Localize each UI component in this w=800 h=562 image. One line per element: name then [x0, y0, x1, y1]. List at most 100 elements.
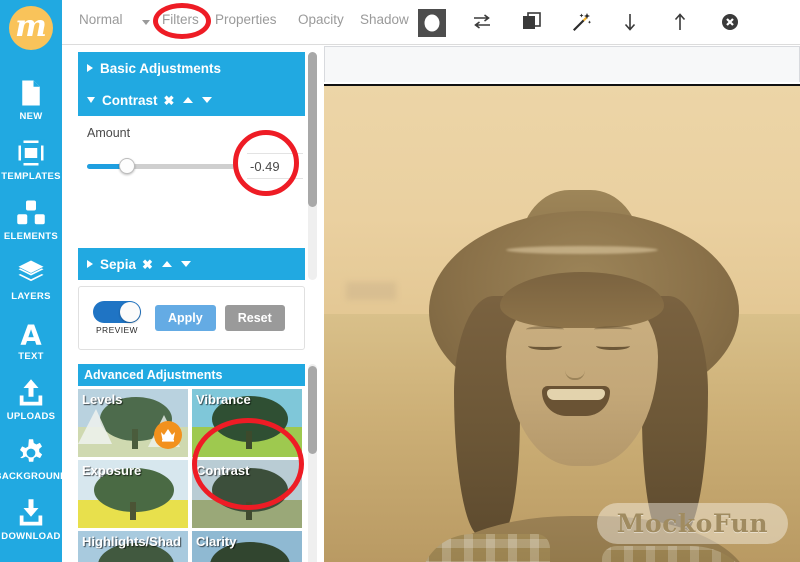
filter-thumb-label: Clarity: [196, 534, 237, 549]
photo-blur-artifact: [346, 282, 396, 300]
filter-thumb-label: Highlights/Shad: [82, 534, 181, 549]
advanced-scrollbar-thumb[interactable]: [308, 366, 317, 454]
move-filter-up-icon[interactable]: [183, 97, 194, 103]
tab-opacity[interactable]: Opacity: [298, 12, 344, 27]
upload-icon: [19, 379, 43, 406]
filter-thumb-clarity[interactable]: Clarity: [192, 531, 302, 562]
chevron-right-icon: [87, 260, 93, 268]
accordion-basic-adjustments[interactable]: Basic Adjustments: [78, 52, 305, 84]
sidebar-item-templates[interactable]: TEMPLATES: [0, 138, 62, 182]
accordion-title: Contrast: [102, 92, 158, 108]
contrast-slider-body: Amount: [78, 116, 305, 191]
move-filter-down-icon[interactable]: [180, 261, 191, 267]
advanced-scrollbar-track[interactable]: [308, 364, 317, 562]
canvas-top-strip: [324, 46, 800, 82]
sidebar-item-new[interactable]: NEW: [0, 78, 62, 122]
amount-value-input[interactable]: [247, 153, 303, 179]
sidebar-item-elements[interactable]: ELEMENTS: [0, 198, 62, 242]
advanced-adjustments-section: Advanced Adjustments Levels Vibrance Exp…: [78, 364, 317, 562]
nose: [565, 358, 585, 380]
page-icon: [22, 80, 40, 106]
filter-actions-card: PREVIEW Apply Reset: [78, 286, 305, 350]
sidebar-item-background[interactable]: BACKGROUND: [0, 438, 62, 482]
filter-thumb-contrast[interactable]: Contrast: [192, 460, 302, 528]
sidebar-item-label: LAYERS: [11, 291, 51, 302]
filters-panel: Basic Adjustments Contrast ✖ Amount -0.4…: [78, 45, 318, 562]
amount-slider[interactable]: [87, 157, 235, 174]
toggle-knob: [120, 302, 140, 322]
flip-icon[interactable]: [472, 12, 492, 37]
blend-mode-selector[interactable]: Normal: [79, 12, 123, 27]
top-toolbar: Normal Filters Properties Opacity Shadow: [62, 0, 800, 45]
tab-properties[interactable]: Properties: [215, 12, 277, 27]
tab-filters[interactable]: Filters: [162, 12, 199, 27]
sidebar-item-download[interactable]: DOWNLOAD: [0, 498, 62, 542]
elements-icon: [17, 200, 45, 225]
sidebar-item-label: DOWNLOAD: [1, 531, 61, 542]
accordion-title: Sepia: [100, 256, 137, 272]
advanced-adjustments-header[interactable]: Advanced Adjustments: [78, 364, 305, 386]
sidebar-item-text[interactable]: A TEXT: [0, 318, 62, 362]
mockofun-logo[interactable]: m: [9, 6, 53, 50]
sidebar-item-label: BACKGROUND: [0, 471, 62, 482]
move-up-icon[interactable]: [670, 12, 690, 37]
apply-button[interactable]: Apply: [155, 305, 216, 331]
preview-label: PREVIEW: [95, 325, 138, 335]
teeth: [547, 389, 605, 400]
filters-scrollbar-thumb[interactable]: [308, 52, 317, 207]
filter-thumb-exposure[interactable]: Exposure: [78, 460, 188, 528]
filter-thumb-vibrance[interactable]: Vibrance: [192, 389, 302, 457]
eyebrow-left: [526, 326, 564, 333]
eye-right: [596, 342, 630, 350]
text-icon: A: [20, 319, 42, 348]
sidebar-item-label: TEMPLATES: [1, 171, 61, 182]
amount-label: Amount: [87, 126, 131, 140]
sidebar-item-label: NEW: [19, 111, 43, 122]
sidebar-item-layers[interactable]: LAYERS: [0, 258, 62, 302]
sidebar-item-label: UPLOADS: [6, 411, 56, 422]
tab-shadow[interactable]: Shadow: [360, 12, 409, 27]
move-filter-down-icon[interactable]: [202, 97, 213, 103]
mask-icon[interactable]: [418, 9, 446, 42]
accordion-title: Basic Adjustments: [100, 60, 222, 76]
sidebar-item-uploads[interactable]: UPLOADS: [0, 378, 62, 422]
svg-text:A: A: [20, 319, 42, 348]
sidebar-item-label: TEXT: [18, 351, 44, 362]
mockofun-editor: m NEW TEMPLATES ELEMENTS LAYERS A TEXT U…: [0, 0, 800, 562]
eyebrow-right: [594, 326, 632, 333]
eye-left: [528, 342, 562, 350]
remove-filter-icon[interactable]: ✖: [164, 94, 175, 107]
gear-icon: [20, 439, 43, 462]
duplicate-icon[interactable]: [522, 12, 542, 37]
layers-icon: [18, 260, 44, 282]
filter-thumbnail-grid: Levels Vibrance Exposure Contrast Highli…: [78, 386, 305, 562]
filter-thumb-highlights-shadows[interactable]: Highlights/Shad: [78, 531, 188, 562]
move-filter-up-icon[interactable]: [161, 261, 172, 267]
mockofun-watermark: MockoFun: [596, 503, 788, 544]
download-icon: [19, 499, 43, 526]
move-down-icon[interactable]: [620, 12, 640, 37]
canvas-photo[interactable]: MockoFun: [324, 84, 800, 562]
accordion-sepia[interactable]: Sepia ✖: [78, 248, 305, 280]
filter-thumb-levels[interactable]: Levels: [78, 389, 188, 457]
canvas-area[interactable]: MockoFun: [322, 45, 800, 562]
accordion-contrast[interactable]: Contrast ✖: [78, 84, 305, 116]
magic-wand-icon[interactable]: [570, 11, 592, 38]
filter-thumb-label: Contrast: [196, 463, 250, 478]
templates-icon: [17, 139, 45, 167]
filter-thumb-label: Vibrance: [196, 392, 251, 407]
logo-letter: m: [15, 8, 47, 44]
hat-band: [506, 246, 658, 254]
delete-icon[interactable]: [720, 12, 740, 37]
filter-thumb-label: Levels: [82, 392, 123, 407]
remove-filter-icon[interactable]: ✖: [142, 258, 153, 271]
filters-scrollbar-track[interactable]: [308, 52, 317, 280]
sidebar-item-label: ELEMENTS: [3, 231, 59, 242]
mouth: [542, 386, 610, 416]
advanced-adjustments-title: Advanced Adjustments: [84, 368, 223, 382]
left-sidebar: m NEW TEMPLATES ELEMENTS LAYERS A TEXT U…: [0, 0, 62, 562]
chevron-down-icon[interactable]: [142, 20, 150, 25]
reset-button[interactable]: Reset: [224, 305, 285, 331]
preview-toggle[interactable]: [93, 301, 141, 323]
slider-handle[interactable]: [118, 157, 135, 174]
